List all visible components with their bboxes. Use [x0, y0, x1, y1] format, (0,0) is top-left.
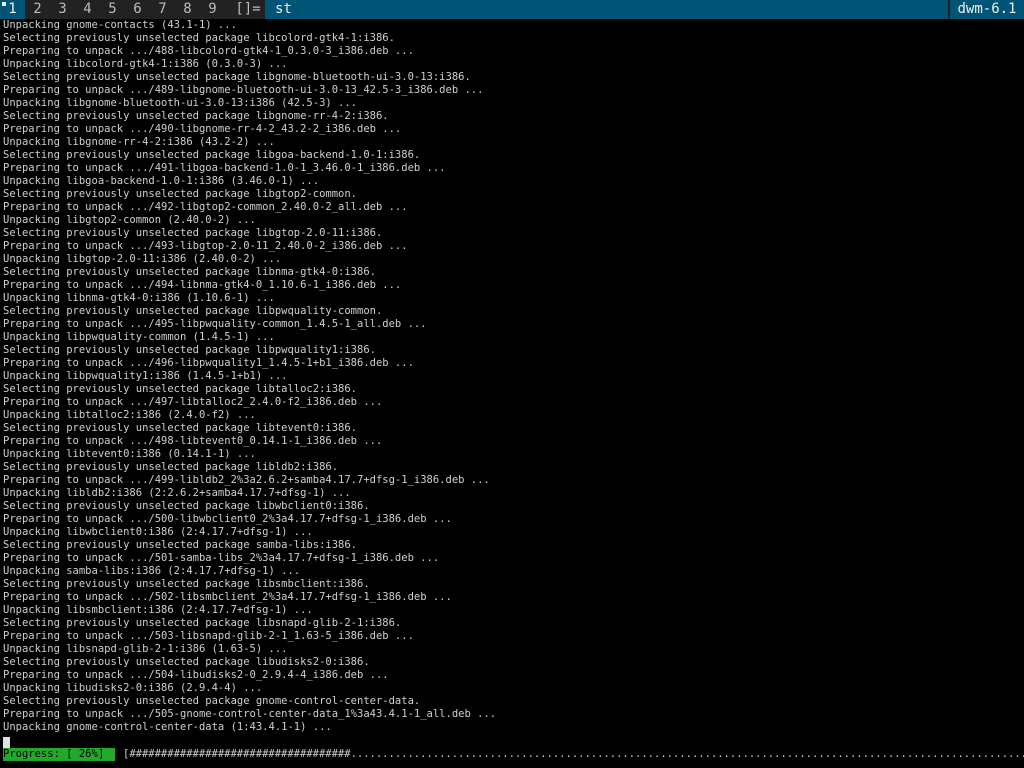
terminal-line: Selecting previously unselected package …: [3, 656, 370, 668]
tag-4[interactable]: 4: [75, 0, 100, 19]
progress-row: Progress: [ 26%] [######################…: [3, 748, 1024, 761]
terminal-line: Preparing to unpack .../496-libpwquality…: [3, 357, 414, 369]
terminal-line: Preparing to unpack .../498-libtevent0_0…: [3, 435, 383, 447]
terminal-line: Selecting previously unselected package …: [3, 500, 370, 512]
tag-2[interactable]: 2: [25, 0, 50, 19]
terminal-line: Selecting previously unselected package …: [3, 617, 402, 629]
terminal-line: Unpacking libsnapd-glib-2-1:i386 (1.63-5…: [3, 643, 288, 655]
tag-9[interactable]: 9: [200, 0, 225, 19]
tag-3[interactable]: 3: [50, 0, 75, 19]
terminal-line: Preparing to unpack .../499-libldb2_2%3a…: [3, 474, 490, 486]
terminal-line: Preparing to unpack .../494-libnma-gtk4-…: [3, 279, 402, 291]
terminal-line: Selecting previously unselected package …: [3, 266, 376, 278]
terminal-line: Preparing to unpack .../503-libsnapd-gli…: [3, 630, 414, 642]
terminal-line: Unpacking libpwquality1:i386 (1.4.5-1+b1…: [3, 370, 288, 382]
terminal-line: Unpacking libgnome-rr-4-2:i386 (43.2-2) …: [3, 136, 275, 148]
terminal-line: Selecting previously unselected package …: [3, 344, 376, 356]
terminal-line: Preparing to unpack .../488-libcolord-gt…: [3, 45, 414, 57]
occupied-indicator: [2, 2, 6, 6]
terminal-line: Preparing to unpack .../497-libtalloc2_2…: [3, 396, 383, 408]
progress-label: Progress: [ 26%]: [3, 748, 115, 761]
terminal-line: Unpacking libwbclient0:i386 (2:4.17.7+df…: [3, 526, 313, 538]
terminal-line: Selecting previously unselected package …: [3, 110, 389, 122]
terminal-line: Preparing to unpack .../505-gnome-contro…: [3, 708, 497, 720]
terminal-line: Unpacking samba-libs:i386 (2:4.17.7+dfsg…: [3, 565, 301, 577]
terminal-line: Unpacking libsmbclient:i386 (2:4.17.7+df…: [3, 604, 313, 616]
terminal-line: Selecting previously unselected package …: [3, 383, 358, 395]
terminal-line: Unpacking libgtop2-common (2.40.0-2) ...: [3, 214, 256, 226]
terminal-line: Unpacking libpwquality-common (1.4.5-1) …: [3, 331, 275, 343]
terminal-line: Preparing to unpack .../493-libgtop-2.0-…: [3, 240, 408, 252]
terminal-line: Preparing to unpack .../502-libsmbclient…: [3, 591, 452, 603]
terminal-line: Preparing to unpack .../490-libgnome-rr-…: [3, 123, 402, 135]
terminal-window[interactable]: Unpacking gnome-contacts (43.1-1) ... Sel…: [0, 19, 1024, 768]
terminal-line: Selecting previously unselected package …: [3, 461, 339, 473]
terminal-line: Preparing to unpack .../504-libudisks2-0…: [3, 669, 389, 681]
terminal-line: Unpacking gnome-control-center-data (1:4…: [3, 721, 332, 733]
terminal-line: Unpacking libgoa-backend-1.0-1:i386 (3.4…: [3, 175, 320, 187]
terminal-line: Selecting previously unselected package …: [3, 305, 383, 317]
window-title: st: [265, 0, 948, 19]
terminal-line: Unpacking libtevent0:i386 (0.14.1-1) ...: [3, 448, 256, 460]
terminal-line: Preparing to unpack .../489-libgnome-blu…: [3, 84, 484, 96]
terminal-output: Unpacking gnome-contacts (43.1-1) ... Sel…: [3, 19, 1021, 734]
terminal-line: Unpacking libnma-gtk4-0:i386 (1.10.6-1) …: [3, 292, 275, 304]
tag-7[interactable]: 7: [150, 0, 175, 19]
dwm-bar: 123456789 []= st dwm-6.1: [0, 0, 1024, 19]
tag-6[interactable]: 6: [125, 0, 150, 19]
terminal-line: Selecting previously unselected package …: [3, 32, 395, 44]
terminal-line: Selecting previously unselected package …: [3, 539, 358, 551]
terminal-line: Preparing to unpack .../500-libwbclient0…: [3, 513, 452, 525]
terminal-line: Selecting previously unselected package …: [3, 71, 471, 83]
terminal-line: Unpacking gnome-contacts (43.1-1) ...: [3, 19, 237, 31]
progress-bar: [###################################....…: [123, 748, 1024, 760]
terminal-line: Unpacking libgnome-bluetooth-ui-3.0-13:i…: [3, 97, 358, 109]
terminal-line: Unpacking libldb2:i386 (2:2.6.2+samba4.1…: [3, 487, 351, 499]
tag-8[interactable]: 8: [175, 0, 200, 19]
terminal-line: Selecting previously unselected package …: [3, 188, 358, 200]
terminal-line: Unpacking libtalloc2:i386 (2.4.0-f2) ...: [3, 409, 256, 421]
terminal-line: Preparing to unpack .../491-libgoa-backe…: [3, 162, 446, 174]
terminal-line: Selecting previously unselected package …: [3, 578, 370, 590]
tag-5[interactable]: 5: [100, 0, 125, 19]
terminal-line: Unpacking libcolord-gtk4-1:i386 (0.3.0-3…: [3, 58, 288, 70]
terminal-line: Preparing to unpack .../492-libgtop2-com…: [3, 201, 408, 213]
terminal-line: Selecting previously unselected package …: [3, 149, 421, 161]
terminal-line: Preparing to unpack .../501-samba-libs_2…: [3, 552, 440, 564]
terminal-line: Selecting previously unselected package …: [3, 695, 421, 707]
layout-indicator[interactable]: []=: [233, 0, 263, 19]
terminal-line: Selecting previously unselected package …: [3, 227, 383, 239]
terminal-line: Unpacking libudisks2-0:i386 (2.9.4-4) ..…: [3, 682, 263, 694]
tag-1[interactable]: 1: [0, 0, 25, 19]
status-text: dwm-6.1: [950, 0, 1024, 19]
terminal-line: Unpacking libgtop-2.0-11:i386 (2.40.0-2)…: [3, 253, 282, 265]
terminal-line: Preparing to unpack .../495-libpwquality…: [3, 318, 427, 330]
terminal-line: Selecting previously unselected package …: [3, 422, 358, 434]
